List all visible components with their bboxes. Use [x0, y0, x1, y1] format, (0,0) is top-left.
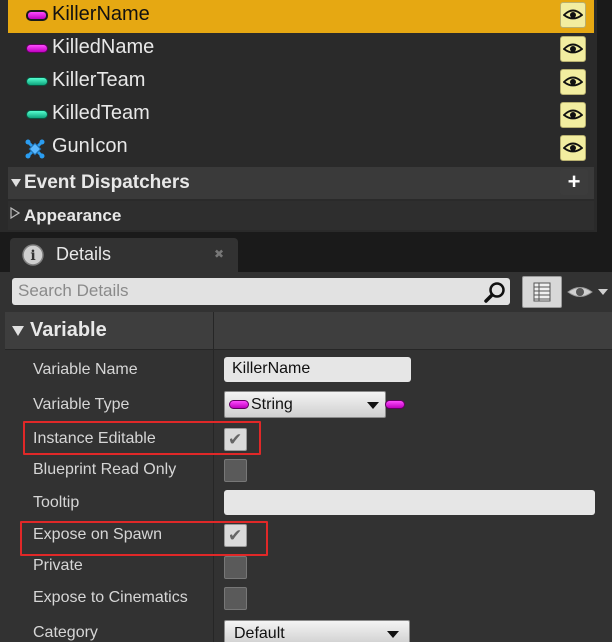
string-pin-icon: [26, 10, 48, 21]
search-details-field[interactable]: [12, 278, 510, 305]
close-tab-icon[interactable]: ✖: [214, 247, 224, 261]
property-variable-name: Variable Name KillerName: [5, 356, 612, 384]
category-label: Variable: [30, 319, 107, 341]
tooltip-input[interactable]: [224, 490, 595, 515]
variable-row-killedname[interactable]: KilledName: [8, 33, 594, 66]
collapsed-triangle-icon: [10, 207, 20, 219]
variable-row-killerteam[interactable]: KillerTeam: [8, 66, 594, 99]
variable-label: KillerTeam: [52, 69, 146, 91]
eye-dropdown-icon: [567, 287, 608, 297]
struct-pin-icon: [26, 110, 48, 119]
section-event-dispatchers[interactable]: Event Dispatchers +: [8, 167, 594, 199]
section-label: Event Dispatchers: [24, 172, 190, 193]
section-label: Appearance: [24, 206, 122, 225]
variable-label: KillerName: [52, 3, 150, 25]
property-label: Blueprint Read Only: [33, 461, 177, 478]
category-dropdown[interactable]: Default: [224, 620, 410, 642]
expanded-triangle-icon: [11, 179, 21, 187]
string-pin-icon: [229, 400, 249, 409]
highlight-expose-on-spawn: [20, 521, 268, 556]
my-blueprint-panel: KillerName KilledName KillerTeam KilledT…: [0, 0, 597, 232]
property-label: Variable Type: [33, 396, 130, 413]
details-tab-bar: i Details ✖: [0, 232, 612, 272]
property-expose-to-cinematics: Expose to Cinematics: [5, 586, 612, 614]
container-type-icon[interactable]: [385, 400, 405, 409]
tab-details[interactable]: i Details ✖: [10, 238, 238, 272]
property-label: Tooltip: [33, 494, 80, 511]
dropdown-value: String: [251, 396, 293, 413]
expanded-triangle-icon: [12, 326, 24, 336]
search-input[interactable]: [18, 280, 478, 302]
section-appearance[interactable]: Appearance: [8, 201, 594, 230]
string-pin-icon: [26, 44, 48, 53]
blueprint-read-only-checkbox[interactable]: [224, 459, 247, 482]
property-tooltip: Tooltip: [5, 490, 612, 518]
struct-pin-icon: [26, 77, 48, 86]
variable-label: KilledName: [52, 36, 155, 58]
variable-row-gunicon[interactable]: GunIcon: [8, 132, 594, 165]
variable-row-killedteam[interactable]: KilledTeam: [8, 99, 594, 132]
eye-icon[interactable]: [560, 69, 586, 95]
category-variable[interactable]: Variable: [5, 312, 612, 350]
highlight-instance-editable: [23, 421, 261, 455]
chevron-down-icon: [387, 631, 399, 638]
dropdown-value: Default: [234, 625, 285, 642]
object-reference-icon: [25, 139, 45, 159]
eye-icon[interactable]: [560, 135, 586, 161]
tab-label: Details: [56, 244, 112, 264]
property-label: Private: [33, 557, 83, 574]
property-blueprint-read-only: Blueprint Read Only: [5, 458, 612, 486]
private-checkbox[interactable]: [224, 556, 247, 579]
details-panel: Variable Variable Name KillerName Variab…: [0, 272, 612, 642]
add-event-dispatcher-button[interactable]: +: [560, 169, 588, 195]
variable-type-dropdown[interactable]: String: [224, 391, 386, 418]
variable-label: GunIcon: [52, 135, 128, 157]
property-label: Variable Name: [33, 361, 138, 378]
eye-icon[interactable]: [560, 2, 586, 28]
property-label: Expose to Cinematics: [33, 589, 188, 606]
view-options-button[interactable]: [566, 282, 610, 302]
variable-row-killername[interactable]: KillerName: [8, 0, 594, 33]
expose-to-cinematics-checkbox[interactable]: [224, 587, 247, 610]
variable-label: KilledTeam: [52, 102, 150, 124]
property-category: Category Default: [5, 618, 612, 642]
info-icon: i: [22, 244, 44, 266]
property-matrix-button[interactable]: [522, 276, 562, 308]
svg-text:i: i: [30, 248, 35, 264]
search-icon[interactable]: [484, 281, 506, 303]
property-private: Private: [5, 554, 612, 582]
eye-icon[interactable]: [560, 36, 586, 62]
property-variable-type: Variable Type String: [5, 390, 612, 420]
list-icon: [533, 282, 551, 302]
property-label: Category: [33, 624, 98, 641]
eye-icon[interactable]: [560, 102, 586, 128]
variable-name-input[interactable]: KillerName: [224, 357, 411, 382]
panel-edge: [597, 0, 612, 222]
chevron-down-icon: [367, 402, 379, 409]
